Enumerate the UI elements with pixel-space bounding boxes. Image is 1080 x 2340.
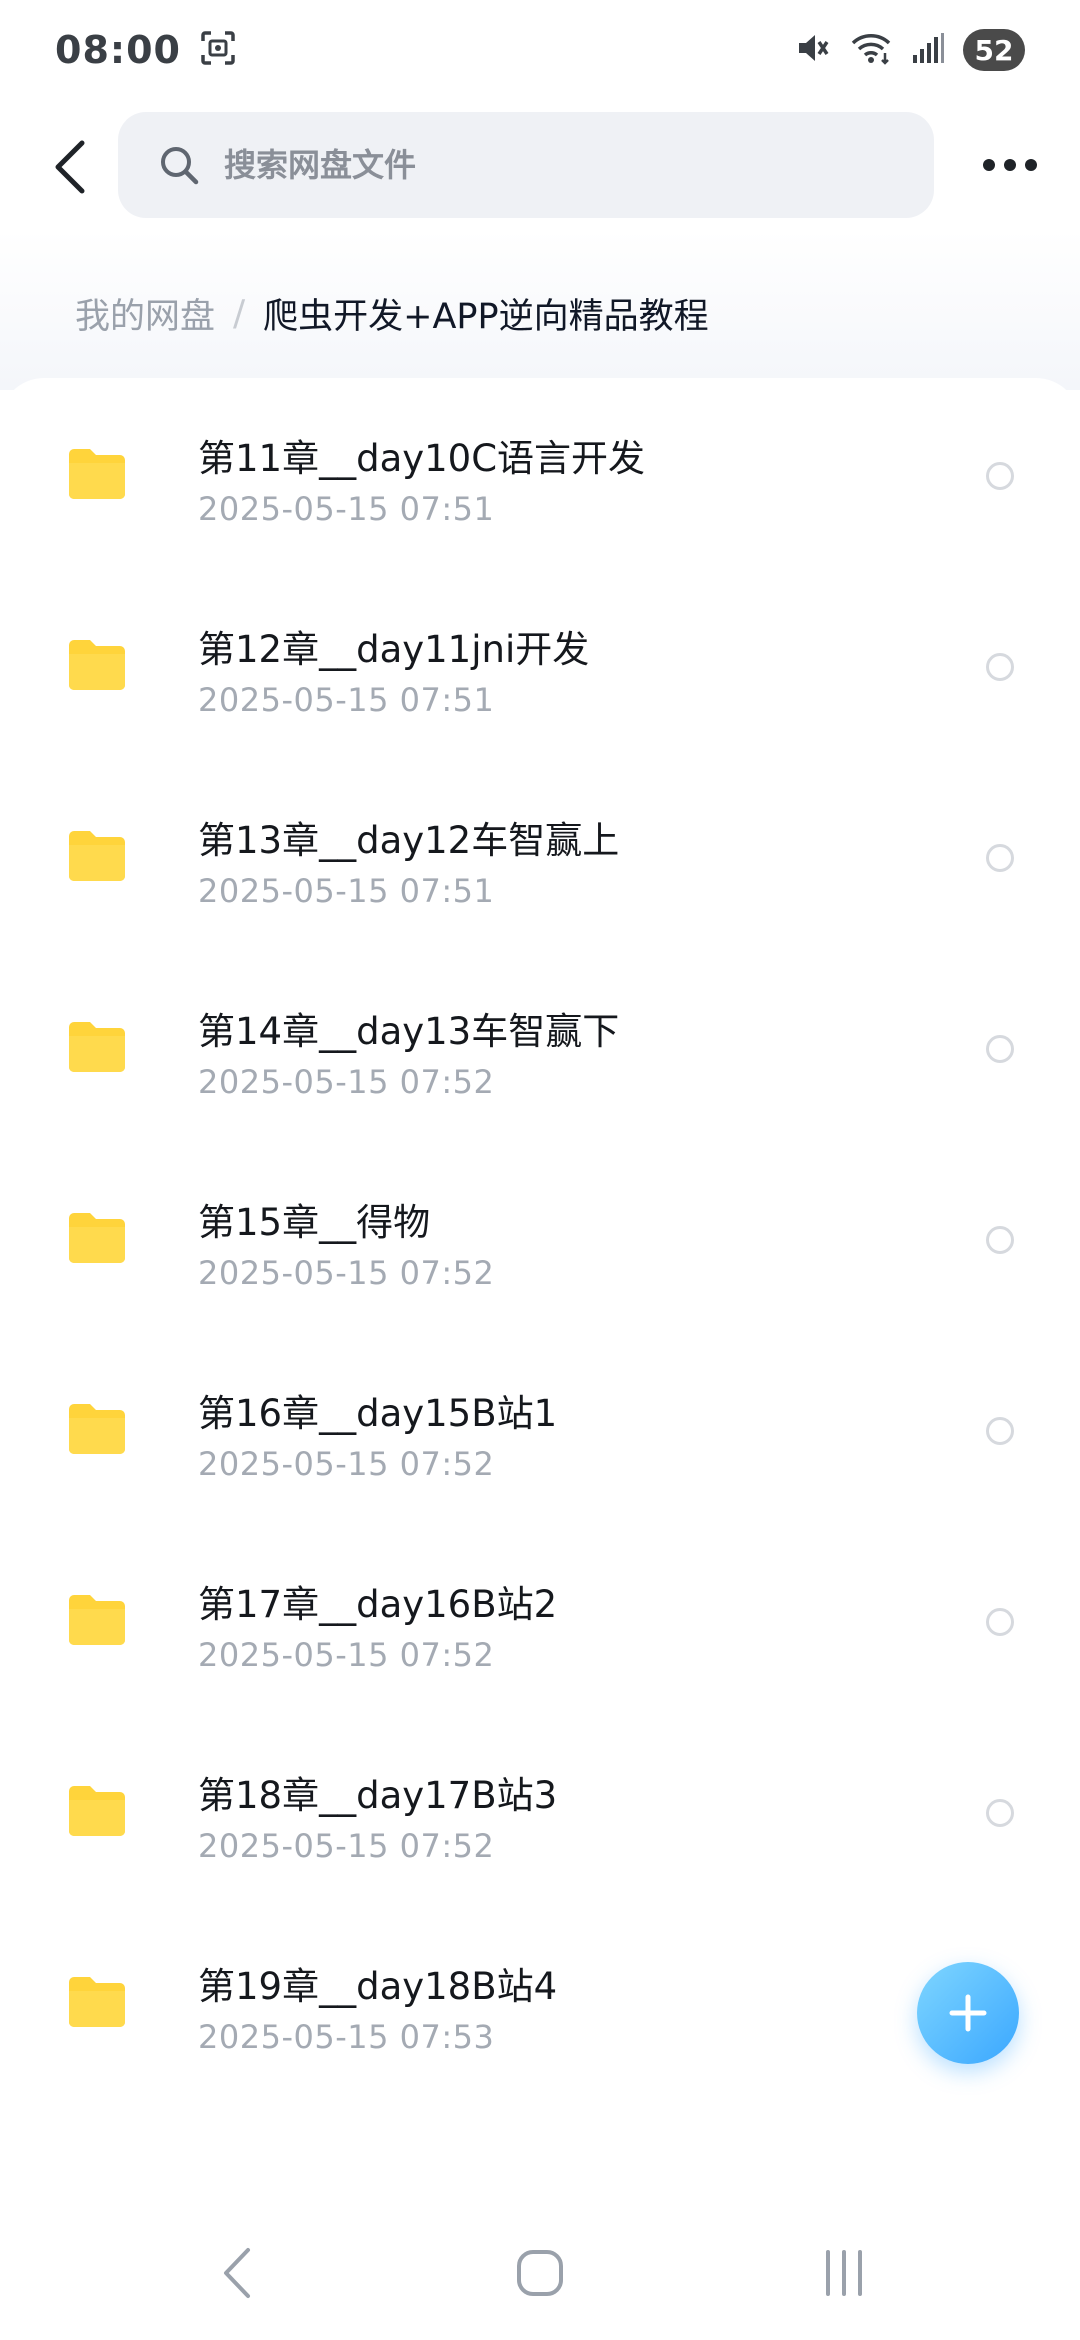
file-date: 2025-05-15 07:53: [198, 2018, 495, 2056]
status-right: 52: [793, 29, 1025, 71]
system-back-button[interactable]: [198, 2238, 278, 2308]
search-icon: [161, 147, 199, 185]
file-date: 2025-05-15 07:52: [198, 1063, 495, 1101]
system-recents-button[interactable]: [804, 2238, 884, 2308]
select-checkbox[interactable]: [986, 462, 1014, 490]
file-date: 2025-05-15 07:52: [198, 1636, 495, 1674]
more-dot-icon: [1025, 159, 1037, 171]
battery-indicator: 52: [963, 29, 1025, 71]
select-checkbox[interactable]: [986, 1608, 1014, 1636]
select-checkbox[interactable]: [986, 844, 1014, 872]
file-name: 第17章__day16B站2: [198, 1583, 558, 1626]
recents-icon: [826, 2250, 862, 2296]
back-button[interactable]: [35, 132, 105, 202]
search-box[interactable]: [118, 112, 934, 218]
list-item[interactable]: 第11章__day10C语言开发 2025-05-15 07:51: [0, 378, 1080, 569]
screenshot-icon: [199, 29, 237, 71]
status-bar: 08:00 52: [0, 0, 1080, 100]
add-button[interactable]: [917, 1962, 1019, 2064]
select-checkbox[interactable]: [986, 1035, 1014, 1063]
file-name: 第13章__day12车智赢上: [198, 819, 620, 862]
breadcrumb-area: 我的网盘 / 爬虫开发+APP逆向精品教程: [0, 230, 1080, 390]
folder-icon: [69, 1786, 125, 1836]
file-name: 第19章__day18B站4: [198, 1965, 558, 2008]
more-dot-icon: [983, 159, 995, 171]
signal-icon: [911, 31, 945, 69]
list-item[interactable]: 第16章__day15B站1 2025-05-15 07:52: [0, 1333, 1080, 1524]
file-name: 第11章__day10C语言开发: [198, 437, 646, 480]
search-input[interactable]: [222, 145, 826, 185]
file-date: 2025-05-15 07:51: [198, 681, 495, 719]
folder-icon: [69, 831, 125, 881]
system-nav-bar: [0, 2208, 1080, 2340]
folder-icon: [69, 449, 125, 499]
back-arrow-icon: [224, 2248, 250, 2298]
select-checkbox[interactable]: [986, 1799, 1014, 1827]
list-item[interactable]: 第13章__day12车智赢上 2025-05-15 07:51: [0, 760, 1080, 951]
status-left: 08:00: [55, 28, 237, 72]
file-date: 2025-05-15 07:52: [198, 1827, 495, 1865]
select-checkbox[interactable]: [986, 1417, 1014, 1445]
folder-icon: [69, 1977, 125, 2027]
file-name: 第18章__day17B站3: [198, 1774, 558, 1817]
folder-icon: [69, 1595, 125, 1645]
system-home-button[interactable]: [500, 2238, 580, 2308]
list-item[interactable]: 第18章__day17B站3 2025-05-15 07:52: [0, 1715, 1080, 1906]
status-time: 08:00: [55, 28, 181, 72]
file-date: 2025-05-15 07:51: [198, 872, 495, 910]
chevron-left-icon: [55, 140, 85, 194]
breadcrumb-separator: /: [233, 293, 246, 334]
list-item[interactable]: 第14章__day13车智赢下 2025-05-15 07:52: [0, 951, 1080, 1142]
file-date: 2025-05-15 07:52: [198, 1445, 495, 1483]
breadcrumb: 我的网盘 / 爬虫开发+APP逆向精品教程: [75, 288, 709, 339]
file-name: 第16章__day15B站1: [198, 1392, 558, 1435]
folder-icon: [69, 1404, 125, 1454]
list-item[interactable]: 第15章__得物 2025-05-15 07:52: [0, 1142, 1080, 1333]
breadcrumb-root[interactable]: 我的网盘: [75, 288, 215, 339]
file-name: 第14章__day13车智赢下: [198, 1010, 620, 1053]
top-bar: [0, 110, 1080, 220]
file-name: 第12章__day11jni开发: [198, 628, 590, 671]
file-date: 2025-05-15 07:52: [198, 1254, 495, 1292]
file-date: 2025-05-15 07:51: [198, 490, 495, 528]
breadcrumb-current: 爬虫开发+APP逆向精品教程: [263, 297, 709, 337]
select-checkbox[interactable]: [986, 1226, 1014, 1254]
more-options-button[interactable]: [965, 140, 1055, 190]
list-item[interactable]: 第17章__day16B站2 2025-05-15 07:52: [0, 1524, 1080, 1715]
folder-icon: [69, 640, 125, 690]
list-item[interactable]: 第12章__day11jni开发 2025-05-15 07:51: [0, 569, 1080, 760]
more-dot-icon: [1004, 159, 1016, 171]
select-checkbox[interactable]: [986, 653, 1014, 681]
folder-icon: [69, 1022, 125, 1072]
wifi-icon: [849, 29, 893, 71]
file-name: 第15章__得物: [198, 1201, 431, 1244]
folder-icon: [69, 1213, 125, 1263]
plus-icon: [949, 1994, 987, 2032]
home-icon: [517, 2250, 563, 2296]
file-list: 第11章__day10C语言开发 2025-05-15 07:51 第12章__…: [0, 378, 1080, 2208]
mute-icon: [793, 29, 831, 71]
